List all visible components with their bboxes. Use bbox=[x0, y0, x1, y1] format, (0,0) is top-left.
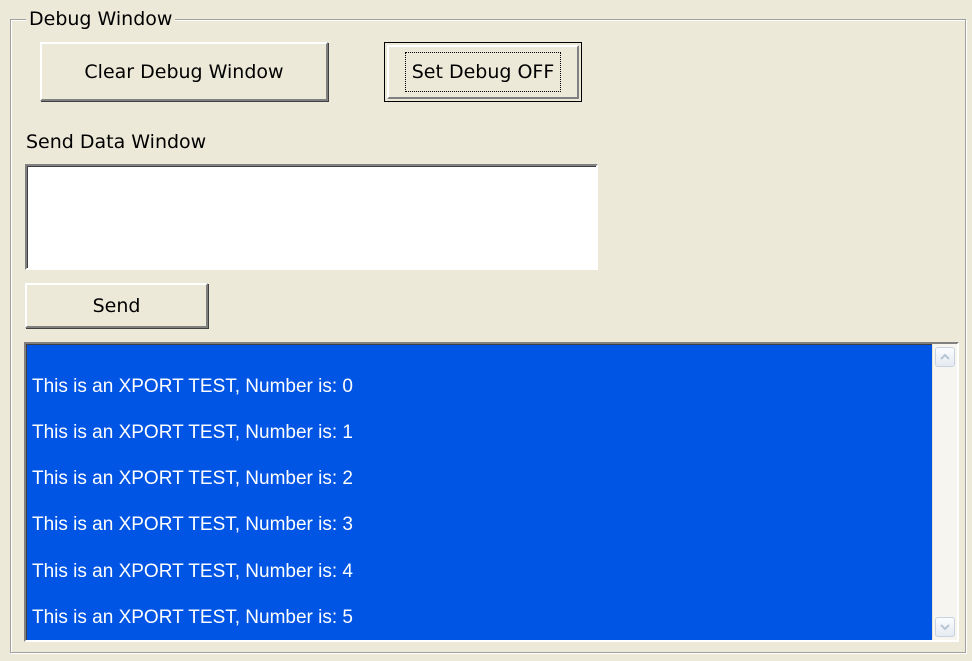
scroll-down-button[interactable] bbox=[935, 617, 955, 637]
send-button[interactable]: Send bbox=[25, 283, 208, 328]
debug-line: This is an XPORT TEST, Number is: 2 bbox=[32, 468, 353, 490]
groupbox-title: Debug Window bbox=[26, 8, 176, 30]
set-debug-off-label: Set Debug OFF bbox=[404, 52, 562, 92]
debug-output-textarea[interactable]: This is an XPORT TEST, Number is: 0 This… bbox=[24, 342, 959, 642]
chevron-up-icon bbox=[940, 354, 950, 360]
debug-panel: Debug Window Clear Debug Window Set Debu… bbox=[0, 0, 972, 661]
set-debug-off-button[interactable]: Set Debug OFF bbox=[384, 42, 582, 102]
vertical-scrollbar[interactable] bbox=[932, 344, 957, 640]
send-data-input[interactable] bbox=[25, 164, 598, 270]
chevron-down-icon bbox=[940, 624, 950, 630]
debug-line: This is an XPORT TEST, Number is: 1 bbox=[32, 422, 353, 444]
debug-line: This is an XPORT TEST, Number is: 5 bbox=[32, 606, 353, 628]
debug-line: This is an XPORT TEST, Number is: 0 bbox=[32, 375, 353, 397]
debug-line: This is an XPORT TEST, Number is: 4 bbox=[32, 560, 353, 582]
clear-debug-window-button[interactable]: Clear Debug Window bbox=[40, 42, 328, 101]
button-face: Set Debug OFF bbox=[387, 45, 579, 99]
debug-line: This is an XPORT TEST, Number is: 3 bbox=[32, 514, 353, 536]
send-data-window-label: Send Data Window bbox=[26, 131, 207, 153]
debug-output-text: This is an XPORT TEST, Number is: 0 This… bbox=[32, 348, 929, 640]
scroll-up-button[interactable] bbox=[935, 347, 955, 367]
